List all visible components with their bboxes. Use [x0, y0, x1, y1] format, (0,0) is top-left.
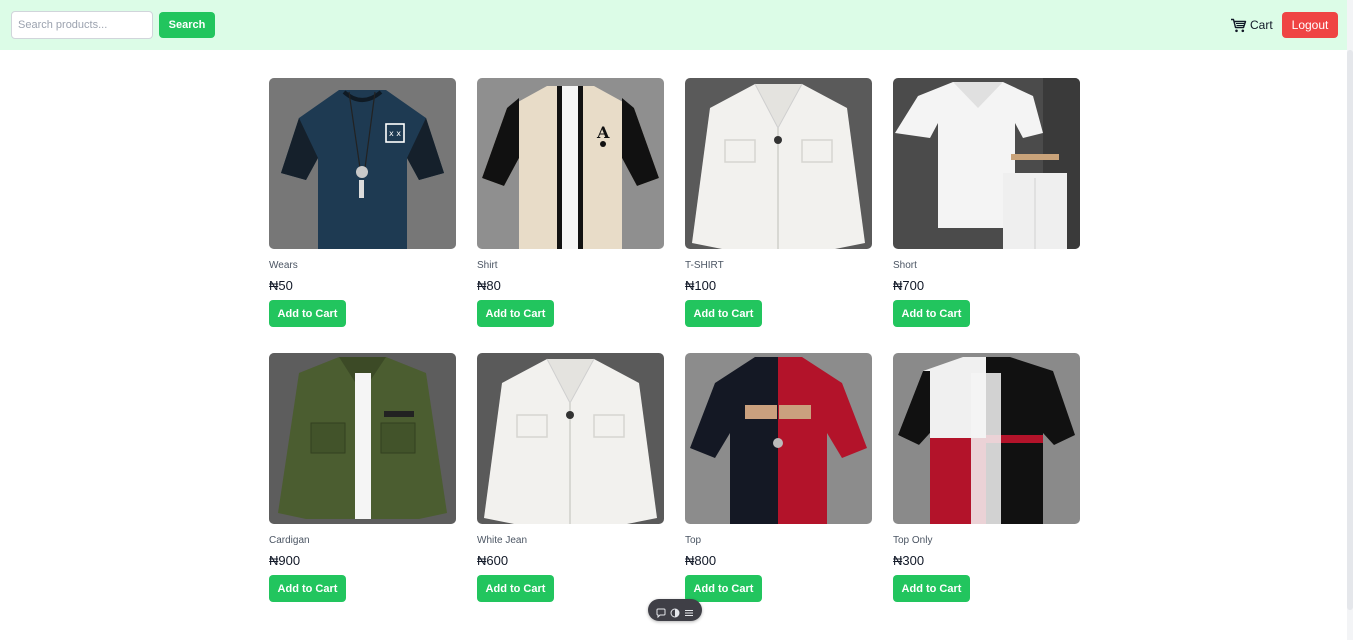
product-price: ₦100 [685, 278, 717, 293]
product-price: ₦50 [269, 278, 293, 293]
add-to-cart-button[interactable]: Add to Cart [893, 575, 970, 602]
menu-icon[interactable] [684, 605, 694, 616]
logout-button[interactable]: Logout [1282, 12, 1338, 38]
add-to-cart-button[interactable]: Add to Cart [269, 575, 346, 602]
product-grid: x x Wears ₦50 Add to Cart A Shirt ₦80 Ad… [269, 78, 1081, 602]
product-price: ₦600 [477, 553, 509, 568]
product-name: Short [893, 260, 917, 271]
product-name: White Jean [477, 535, 528, 546]
search-button[interactable]: Search [159, 12, 215, 38]
add-to-cart-button[interactable]: Add to Cart [269, 300, 346, 327]
product-name: Cardigan [269, 535, 310, 546]
product-name: Wears [269, 260, 298, 271]
product-card: Short ₦700 Add to Cart [893, 78, 1080, 327]
search-input[interactable] [11, 11, 153, 39]
product-image[interactable]: x x [269, 78, 456, 249]
product-price: ₦800 [685, 553, 717, 568]
product-price: ₦700 [893, 278, 925, 293]
product-image[interactable] [477, 353, 664, 524]
product-card: White Jean ₦600 Add to Cart [477, 353, 664, 602]
product-name: Shirt [477, 260, 498, 271]
product-name: T-SHIRT [685, 260, 724, 271]
add-to-cart-button[interactable]: Add to Cart [477, 300, 554, 327]
product-price: ₦80 [477, 278, 501, 293]
product-image[interactable] [893, 78, 1080, 249]
page-scrollbar[interactable] [1347, 0, 1353, 640]
cart-label: Cart [1250, 18, 1273, 32]
svg-text:A: A [596, 123, 610, 142]
cart-link[interactable]: Cart [1230, 16, 1273, 34]
svg-text:x x: x x [389, 129, 401, 138]
product-card: Cardigan ₦900 Add to Cart [269, 353, 456, 602]
floating-toolbar[interactable] [648, 599, 702, 621]
add-to-cart-button[interactable]: Add to Cart [685, 575, 762, 602]
product-price: ₦900 [269, 553, 301, 568]
contrast-icon[interactable] [670, 605, 680, 618]
product-image[interactable] [893, 353, 1080, 524]
top-navbar: Search Cart Logout [0, 0, 1353, 50]
product-image[interactable] [685, 353, 872, 524]
chat-icon[interactable] [656, 605, 666, 619]
add-to-cart-button[interactable]: Add to Cart [685, 300, 762, 327]
cart-icon [1231, 18, 1247, 32]
product-name: Top [685, 535, 702, 546]
product-card: T-SHIRT ₦100 Add to Cart [685, 78, 872, 327]
product-card: x x Wears ₦50 Add to Cart [269, 78, 456, 327]
product-price: ₦300 [893, 553, 925, 568]
product-name: Top Only [893, 535, 933, 546]
product-card: Top Only ₦300 Add to Cart [893, 353, 1080, 602]
product-card: Top ₦800 Add to Cart [685, 353, 872, 602]
product-image[interactable] [685, 78, 872, 249]
product-card: A Shirt ₦80 Add to Cart [477, 78, 664, 327]
add-to-cart-button[interactable]: Add to Cart [893, 300, 970, 327]
product-image[interactable] [269, 353, 456, 524]
scrollbar-thumb[interactable] [1347, 50, 1353, 610]
product-image[interactable]: A [477, 78, 664, 249]
add-to-cart-button[interactable]: Add to Cart [477, 575, 554, 602]
